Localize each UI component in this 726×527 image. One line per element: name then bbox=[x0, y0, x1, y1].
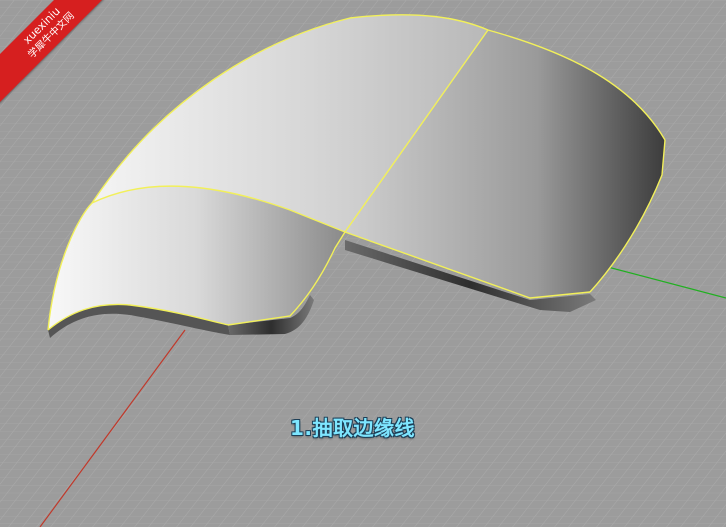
rhino-perspective-viewport[interactable]: 1.抽取边缘线 xuexiniu 学犀牛中文网 bbox=[0, 0, 726, 527]
step-caption: 1.抽取边缘线 bbox=[290, 416, 416, 440]
viewport-canvas[interactable] bbox=[0, 0, 726, 527]
